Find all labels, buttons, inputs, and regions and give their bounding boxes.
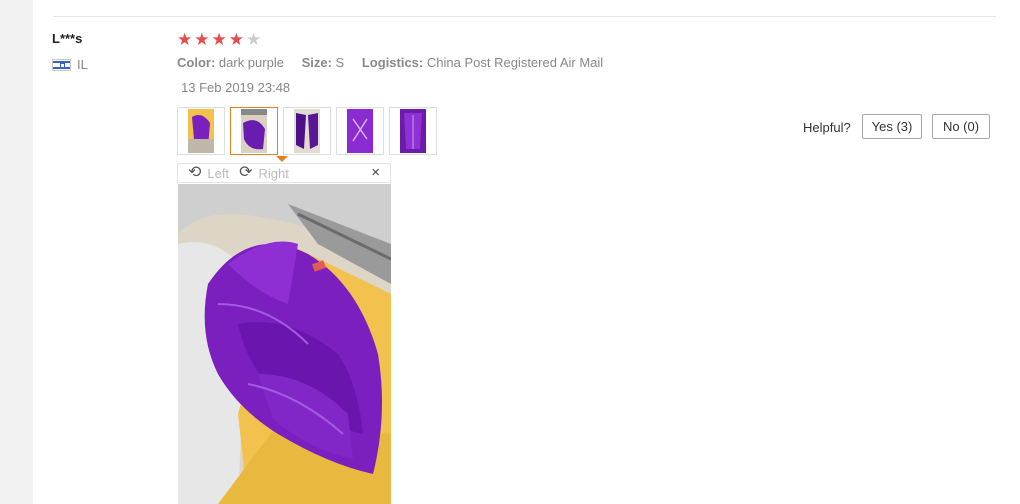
- helpful-no-button[interactable]: No (0): [932, 114, 990, 139]
- star-filled-icon: ★: [211, 30, 227, 49]
- logistics-value: China Post Registered Air Mail: [426, 55, 604, 70]
- reviewer-country: IL: [52, 57, 88, 72]
- photo-thumbnail-1[interactable]: [177, 107, 225, 155]
- helpful-yes-button[interactable]: Yes (3): [862, 114, 922, 139]
- flag-israel-icon: [52, 58, 71, 71]
- photo-thumbnails: [177, 107, 437, 155]
- color-value: dark purple: [218, 55, 284, 70]
- star-filled-icon: ★: [228, 30, 244, 49]
- photo-thumbnail-2[interactable]: [230, 107, 278, 155]
- star-filled-icon: ★: [177, 30, 193, 49]
- rotate-right-button[interactable]: Right: [259, 166, 289, 181]
- rotate-left-icon[interactable]: ⟲: [188, 165, 201, 181]
- selected-photo-indicator: [276, 156, 288, 162]
- star-filled-icon: ★: [194, 30, 210, 49]
- rotate-left-button[interactable]: Left: [207, 166, 229, 181]
- logistics-label: Logistics:: [361, 55, 424, 70]
- size-value: S: [335, 55, 345, 70]
- photo-thumbnail-4[interactable]: [336, 107, 384, 155]
- color-label: Color:: [177, 55, 216, 70]
- order-attributes: Color: dark purple Size: S Logistics: Ch…: [177, 55, 603, 70]
- country-code: IL: [77, 57, 88, 72]
- reviewer-name: L***s: [52, 31, 83, 46]
- review-panel: L***s IL ★ ★ ★ ★ ★ Color: dark purple Si…: [33, 0, 1020, 504]
- divider: [53, 16, 996, 17]
- star-rating: ★ ★ ★ ★ ★: [177, 31, 261, 48]
- photo-thumbnail-5[interactable]: [389, 107, 437, 155]
- size-label: Size:: [301, 55, 332, 70]
- review-date: 13 Feb 2019 23:48: [181, 80, 291, 95]
- photo-viewer-toolbar: ⟲ Left ⟳ Right ×: [177, 163, 391, 183]
- enlarged-review-photo: [178, 184, 391, 504]
- star-empty-icon: ★: [246, 30, 262, 49]
- helpful-label: Helpful?: [803, 120, 851, 135]
- close-icon[interactable]: ×: [371, 164, 380, 182]
- rotate-right-icon[interactable]: ⟳: [239, 165, 252, 181]
- photo-thumbnail-3[interactable]: [283, 107, 331, 155]
